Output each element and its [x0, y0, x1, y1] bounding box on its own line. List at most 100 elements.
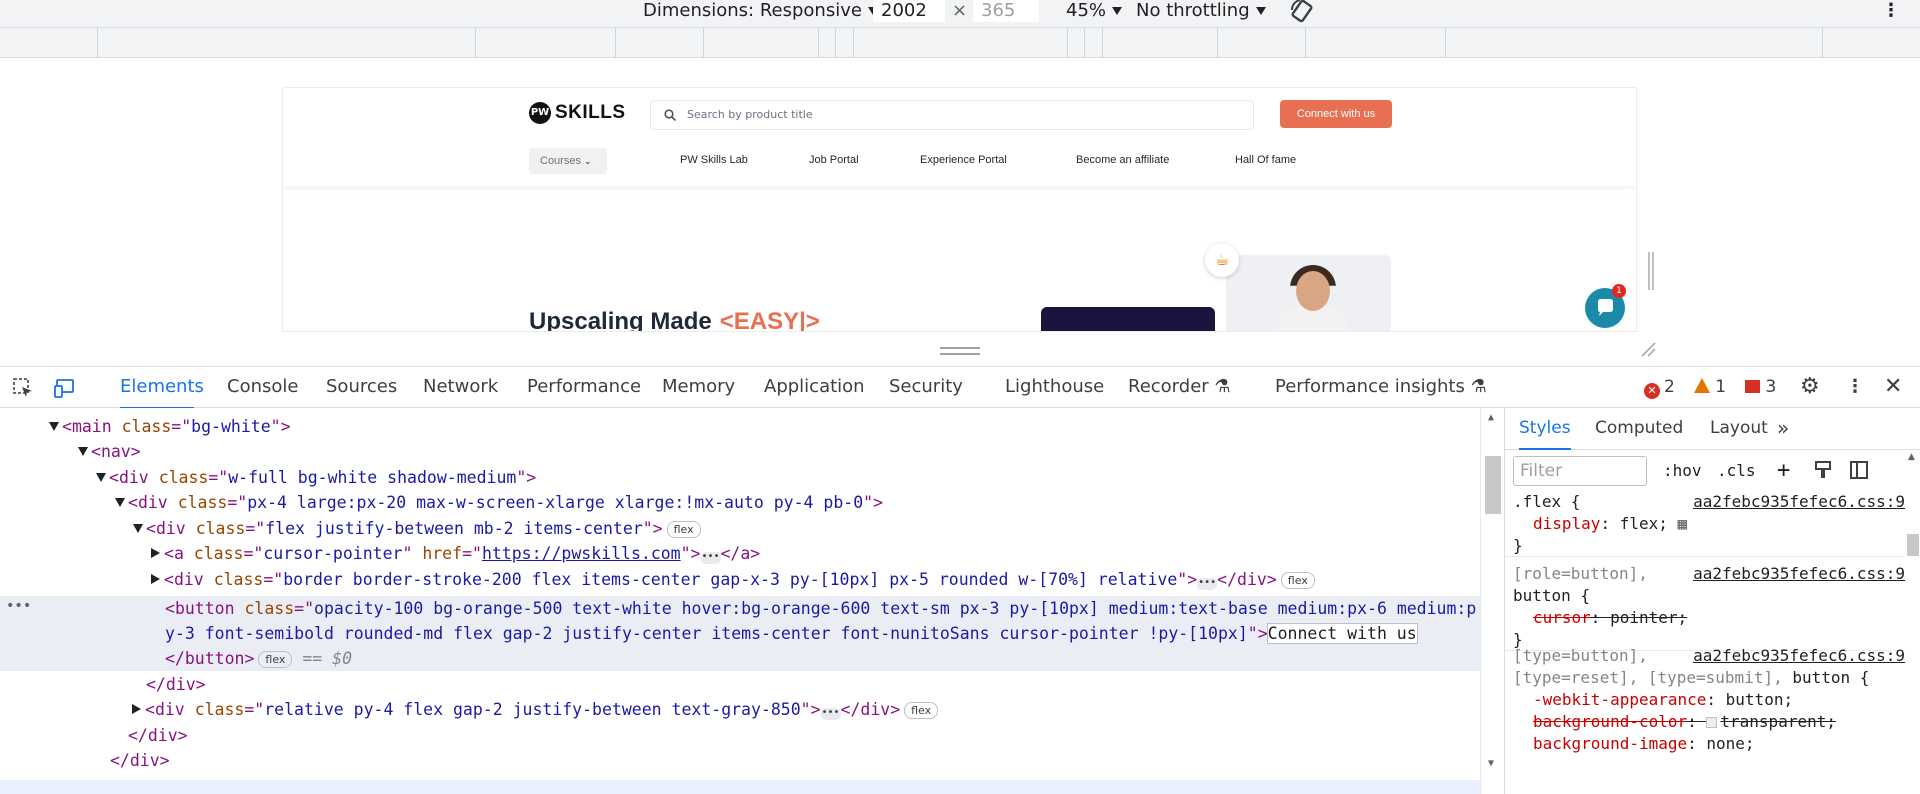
tab-application[interactable]: Application	[764, 367, 865, 409]
css-rule-type-button[interactable]: [type=button], aa2febc935fefec6.css:9 [ty…	[1505, 645, 1905, 755]
tab-performance-insights[interactable]: Performance insights ⚗	[1275, 367, 1487, 409]
tab-styles[interactable]: Styles	[1519, 408, 1571, 450]
scroll-up-icon[interactable]: ▲	[1908, 452, 1915, 462]
tab-recorder[interactable]: Recorder ⚗	[1128, 367, 1231, 409]
cls-toggle[interactable]: .cls	[1717, 456, 1756, 486]
tab-layout[interactable]: Layout	[1710, 408, 1768, 450]
expand-arrow-icon[interactable]	[151, 574, 160, 584]
nav-item-experience-portal[interactable]: Experience Portal	[920, 146, 1007, 174]
tree-node-nav[interactable]: <nav>	[0, 439, 1480, 464]
inspect-element-icon[interactable]	[12, 377, 34, 399]
tab-security[interactable]: Security	[889, 367, 963, 409]
scrollbar-thumb[interactable]	[1485, 456, 1501, 514]
zoom-dropdown[interactable]: 45%	[1066, 0, 1123, 26]
expand-arrow-icon[interactable]	[151, 548, 160, 558]
css-source-link[interactable]: aa2febc935fefec6.css:9	[1693, 645, 1905, 667]
tree-node-close-div[interactable]: </div>	[0, 672, 1480, 697]
tab-elements[interactable]: Elements	[120, 367, 204, 409]
paint-icon[interactable]	[1813, 456, 1833, 486]
collapse-arrow-icon[interactable]	[49, 422, 59, 431]
new-rule-icon[interactable]: +	[1777, 456, 1790, 486]
styles-scrollbar[interactable]: ▲	[1905, 450, 1920, 794]
chevron-double-right-icon[interactable]: »	[1777, 408, 1789, 450]
nav-item-pw-skills-lab[interactable]: PW Skills Lab	[680, 146, 748, 174]
height-input[interactable]: 365	[973, 0, 1039, 22]
breadcrumb-bar[interactable]	[0, 780, 1480, 794]
chat-button[interactable]: 1	[1585, 284, 1626, 328]
css-source-link[interactable]: aa2febc935fefec6.css:9	[1693, 563, 1905, 585]
throttling-dropdown[interactable]: No throttling	[1136, 0, 1266, 26]
tree-node-div-wrapper[interactable]: <div class="w-full bg-white shadow-mediu…	[0, 465, 1480, 490]
tab-lighthouse[interactable]: Lighthouse	[1005, 367, 1104, 409]
button-text-node[interactable]: Connect with us	[1266, 623, 1418, 644]
tree-node-button[interactable]: <button class="opacity-100 bg-orange-500…	[0, 596, 1480, 621]
css-rule-flex[interactable]: .flex {aa2febc935fefec6.css:9 display: f…	[1505, 491, 1905, 557]
close-icon[interactable]: ✕	[1884, 367, 1902, 409]
scroll-up-icon[interactable]: ▲	[1488, 412, 1494, 423]
scroll-down-icon[interactable]: ▼	[1488, 758, 1494, 769]
css-source-link[interactable]: aa2febc935fefec6.css:9	[1693, 491, 1905, 513]
hero-accent-text: <EASY|>	[719, 308, 820, 331]
more-vert-icon[interactable]: ⋮	[1882, 0, 1900, 26]
resize-corner-icon[interactable]	[1640, 341, 1656, 357]
tab-memory[interactable]: Memory	[662, 367, 735, 409]
tab-performance[interactable]: Performance	[527, 367, 641, 409]
gear-icon[interactable]: ⚙	[1800, 367, 1820, 409]
flex-badge[interactable]: flex	[904, 702, 939, 719]
tree-node-anchor[interactable]: <a class="cursor-pointer" href="https://…	[0, 541, 1480, 566]
tree-node-close-div-2[interactable]: </div>	[0, 723, 1480, 748]
flexbox-editor-icon[interactable]: ▦	[1678, 514, 1688, 533]
tab-computed[interactable]: Computed	[1595, 408, 1683, 450]
tree-node-search-div[interactable]: <div class="border border-stroke-200 fle…	[0, 567, 1480, 592]
sidebar-toggle-icon[interactable]	[1849, 456, 1869, 486]
connect-button[interactable]: Connect with us	[1280, 100, 1392, 128]
width-input[interactable]: 2002	[873, 0, 945, 22]
ellipsis-icon[interactable]: •••	[820, 708, 841, 720]
color-swatch[interactable]	[1706, 717, 1718, 728]
expand-arrow-icon[interactable]	[132, 704, 141, 714]
ellipsis-icon[interactable]: •••	[1197, 578, 1218, 590]
nav-item-hall-of-fame[interactable]: Hall Of fame	[1235, 146, 1296, 174]
elements-tree: ••• <main class="bg-white"> <nav> <div c…	[0, 408, 1504, 794]
flex-badge[interactable]: flex	[258, 651, 293, 668]
flex-badge[interactable]: flex	[1280, 572, 1315, 589]
tree-node-button-cont[interactable]: y-3 font-semibold rounded-md flex gap-2 …	[0, 621, 1480, 646]
tab-sources[interactable]: Sources	[326, 367, 397, 409]
tab-network[interactable]: Network	[423, 367, 498, 409]
chat-badge: 1	[1612, 284, 1626, 298]
viewport-resize-handle-right[interactable]	[1648, 252, 1654, 290]
styles-filter-input[interactable]: Filter	[1513, 456, 1647, 486]
collapse-arrow-icon[interactable]	[115, 498, 125, 507]
site-logo[interactable]: PW SKILLS	[529, 101, 626, 125]
href-link[interactable]: https://pwskills.com	[482, 544, 681, 563]
nav-item-job-portal[interactable]: Job Portal	[809, 146, 859, 174]
tree-node-button-close[interactable]: </button> flex == $0	[0, 646, 1480, 671]
nav-item-become-affiliate[interactable]: Become an affiliate	[1076, 146, 1169, 174]
search-input[interactable]: Search by product title	[650, 100, 1254, 130]
tree-node-div-container[interactable]: <div class="px-4 large:px-20 max-w-scree…	[0, 490, 1480, 515]
nav-courses-dropdown[interactable]: Courses ⌄	[529, 148, 607, 174]
collapse-arrow-icon[interactable]	[133, 524, 143, 533]
dimensions-dropdown[interactable]: Dimensions: Responsive	[643, 0, 878, 26]
device-viewport: PW SKILLS Search by product title Connec…	[0, 58, 1920, 366]
tree-node-main[interactable]: <main class="bg-white">	[0, 414, 1480, 439]
tree-node-close-div-3[interactable]: </div>	[0, 748, 1480, 773]
issue-counters[interactable]: ✕ 2 1 3	[1644, 367, 1790, 409]
collapse-arrow-icon[interactable]	[96, 473, 106, 482]
tab-console[interactable]: Console	[227, 367, 298, 409]
devtools-tabbar: Elements Console Sources Network Perform…	[0, 366, 1920, 409]
css-rule-role-button[interactable]: [role=button], aa2febc935fefec6.css:9 but…	[1505, 563, 1905, 651]
flex-badge[interactable]: flex	[666, 521, 701, 538]
scrollbar-thumb[interactable]	[1907, 534, 1919, 556]
hov-toggle[interactable]: :hov	[1663, 456, 1702, 486]
tree-node-nav-links-div[interactable]: <div class="relative py-4 flex gap-2 jus…	[0, 697, 1480, 722]
ellipsis-icon[interactable]: •••	[700, 552, 721, 564]
rotate-icon[interactable]	[1290, 0, 1318, 24]
viewport-resize-handle-bottom[interactable]	[940, 347, 980, 355]
device-toggle-icon[interactable]	[54, 377, 76, 399]
elements-scrollbar[interactable]: ▲ ▼	[1480, 408, 1504, 794]
more-vert-icon[interactable]: ⋮	[1846, 367, 1864, 409]
error-count: 2	[1664, 377, 1675, 397]
collapse-arrow-icon[interactable]	[78, 447, 88, 456]
tree-node-div-flex[interactable]: <div class="flex justify-between mb-2 it…	[0, 516, 1480, 541]
